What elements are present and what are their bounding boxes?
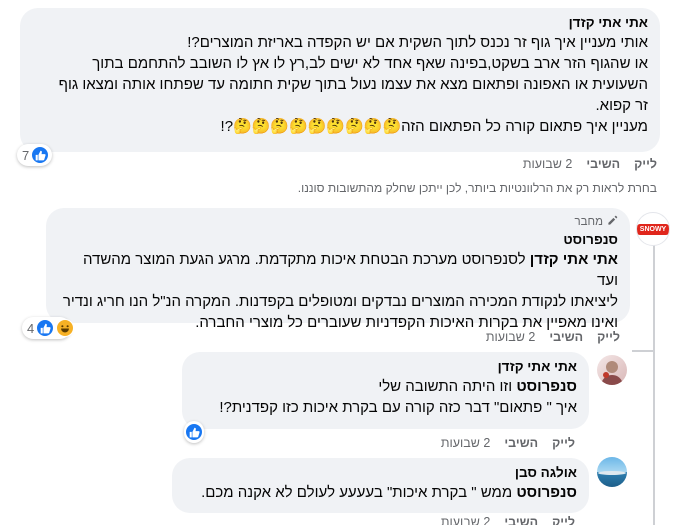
comment-text-line: אותי מעניין איך גוף זר נכנס לתוך השקית א… [187,34,648,51]
comment-actions: לייק השיבי 2 שבועות [441,515,575,525]
comment-bubble: אתי אתי קזדן אותי מעניין איך גוף זר נכנס… [20,8,660,152]
comment-text-line: איך " פתאום" דבר כזה קורה עם בקרת איכות … [219,399,577,416]
reaction-count: 4 [27,320,35,336]
comment-text-line: מעניין איך פתאום קורה כל הפתאום הזה🤔🤔🤔🤔🤔… [220,118,648,135]
user-avatar[interactable] [597,355,627,385]
like-reaction-icon [31,146,50,164]
comment-text-line: השעועית או האפונה ופתאום מצא את עצמו נעו… [58,76,648,93]
brand-avatar[interactable]: SNOWY [636,212,670,246]
reply-action[interactable]: השיבי [504,515,538,525]
like-action[interactable]: לייק [634,157,657,171]
comment-text: ממש " בקרת איכות" בעעעע לעולם לא אקנה מכ… [201,484,517,501]
comment-text-line: סנפרוסט וזו היתה התשובה שלי [194,376,577,397]
comment-text-line: או שהגוף הזר ארב בשקט,בפינה שאף אחד לא י… [92,55,648,72]
comment-text-line: אתי אתי קזדן לסנפרוסט מערכת הבטחת איכות … [58,249,618,291]
user-avatar[interactable] [597,457,627,487]
comment-text-line: ליציאתו לנקודת המכירה המוצרים נבדקים ומט… [62,293,618,310]
reaction-summary[interactable]: 7 [17,144,53,166]
comment-author[interactable]: אולגה סבן [184,465,577,480]
comment-author[interactable]: אתי אתי קזדן [194,359,577,374]
comment-author[interactable]: סנפרוסט [58,232,618,247]
reply-action[interactable]: השיבי [586,157,620,171]
author-badge-row: מחבר [58,215,618,229]
haha-reaction-icon [56,319,75,337]
brand-logo-text: SNOWY [639,225,667,233]
comment-text-line: סנפרוסט ממש " בקרת איכות" בעעעע לעולם לא… [184,482,577,503]
reply-bubble: אולגה סבן סנפרוסט ממש " בקרת איכות" בעעע… [172,458,589,513]
author-badge: מחבר [574,216,604,228]
comment-actions: לייק השיבי 2 שבועות [486,330,620,344]
comment-time[interactable]: 2 שבועות [441,515,490,525]
like-action[interactable]: לייק [597,330,620,344]
reaction-count: 7 [22,147,30,163]
comment-actions: לייק השיבי 2 שבועות [523,157,657,171]
thread-line [653,238,655,525]
reply-action[interactable]: השיבי [549,330,583,344]
reaction-summary[interactable]: 4 [22,317,75,339]
comment-actions: לייק השיבי 2 שבועות [441,436,575,450]
like-action[interactable]: לייק [552,436,575,450]
comment-bubble: מחבר סנפרוסט אתי אתי קזדן לסנפרוסט מערכת… [46,208,630,331]
comment-author[interactable]: אתי אתי קזדן [32,15,648,30]
pencil-icon [607,215,618,229]
reply-bubble: אתי אתי קזדן סנפרוסט וזו היתה התשובה שלי… [182,352,589,429]
relevance-filter-note: בחרת לראות רק את הרלוונטיות ביותר, לכן י… [297,181,657,195]
like-action[interactable]: לייק [552,515,575,525]
comment-time[interactable]: 2 שבועות [486,330,535,344]
comment-time[interactable]: 2 שבועות [523,157,572,171]
like-reaction-icon [36,319,55,337]
like-reaction-icon [185,423,203,441]
comment-text-line: זר קפוא. [595,97,648,114]
comment-text: וזו היתה התשובה שלי [378,378,517,395]
mention-link[interactable]: אתי אתי קזדן [530,251,618,268]
comment-time[interactable]: 2 שבועות [441,436,490,450]
reply-action[interactable]: השיבי [504,436,538,450]
brand-logo: SNOWY [637,223,669,235]
thread-connector [632,350,655,352]
reaction-summary[interactable] [184,421,204,443]
mention-link[interactable]: סנפרוסט [516,378,577,395]
mention-link[interactable]: סנפרוסט [516,484,577,501]
